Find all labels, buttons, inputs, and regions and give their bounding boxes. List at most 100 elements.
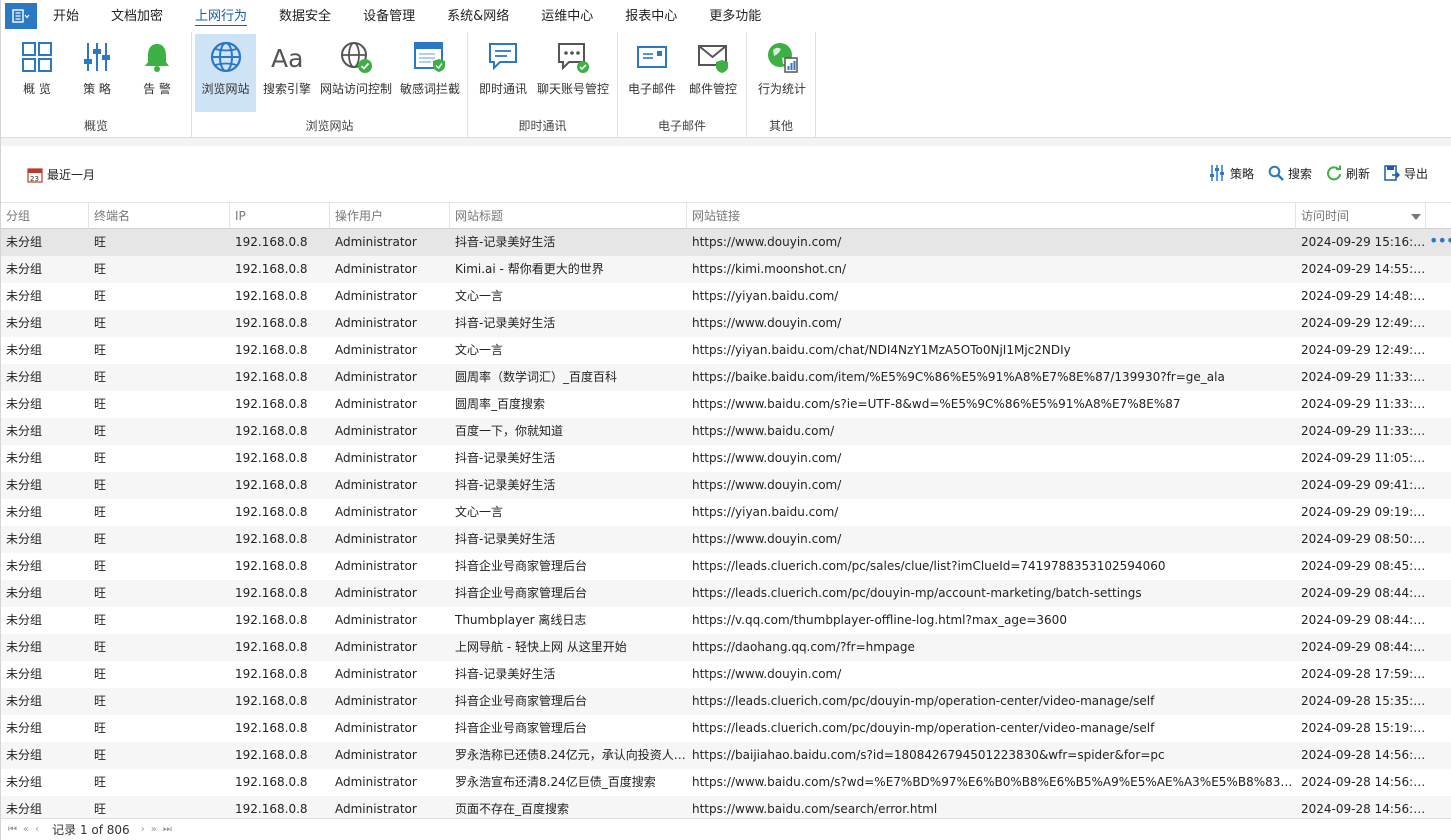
cell-terminal: 旺	[94, 532, 107, 546]
alarm-bell-icon	[145, 44, 169, 72]
ribbon-group-other: 行为统计 其他	[747, 32, 816, 138]
cell-terminal: 旺	[94, 451, 107, 465]
table-row[interactable]: 未分组 旺 192.168.0.8 Administrator 抖音企业号商家管理后台 h…	[1, 688, 1451, 715]
col-header-site-title[interactable]: 网站标题	[450, 203, 687, 229]
menu-label: 系统&网络	[447, 9, 510, 24]
alarm-button[interactable]: 告 警	[131, 34, 183, 112]
table-row[interactable]: 未分组 旺 192.168.0.8 Administrator 文心一言 https://…	[1, 283, 1451, 310]
policy-sliders-icon	[1209, 165, 1224, 181]
cell-visit-time: 2024-09-29 08:50:47	[1301, 532, 1426, 546]
menu-label: 报表中心	[625, 9, 678, 24]
table-header: 分组 终端名 IP 操作用户 网站标题 网站链接 访问时间	[1, 202, 1451, 229]
next-page-button[interactable]: »	[148, 824, 160, 835]
menu-data-security[interactable]: 数据安全	[263, 0, 347, 32]
cell-visit-time: 2024-09-29 08:44:39	[1301, 640, 1426, 654]
behavior-stats-label: 行为统计	[757, 82, 806, 96]
cell-terminal: 旺	[94, 289, 107, 303]
table-row[interactable]: 未分组 旺 192.168.0.8 Administrator 罗永浩宣布还清8.24亿…	[1, 769, 1451, 796]
row-more-icon[interactable]: •••	[1429, 229, 1451, 253]
prev-record-button[interactable]: ‹	[32, 824, 42, 835]
col-header-ip[interactable]: IP	[230, 203, 330, 229]
chat-account-control-button[interactable]: 聊天账号管控	[535, 34, 611, 112]
cell-visit-time: 2024-09-28 17:59:28	[1301, 667, 1426, 681]
menu-ops-center[interactable]: 运维中心	[525, 0, 609, 32]
cell-site-url: https://v.qq.com/thumbplayer-offline-log…	[692, 613, 1067, 627]
cell-group: 未分组	[6, 262, 43, 276]
policy-button[interactable]: 策 略	[71, 34, 123, 112]
table-row[interactable]: 未分组 旺 192.168.0.8 Administrator 上网导航 - 轻快上网 …	[1, 634, 1451, 661]
cell-user: Administrator	[335, 748, 417, 762]
table-row[interactable]: 未分组 旺 192.168.0.8 Administrator 抖音-记录美好生活 htt…	[1, 310, 1451, 337]
cell-user: Administrator	[335, 532, 417, 546]
col-header-group[interactable]: 分组	[1, 203, 89, 229]
export-button[interactable]: 导出	[1384, 164, 1428, 182]
email-control-button[interactable]: 邮件管控	[684, 34, 742, 112]
visit-time-label: 访问时间	[1301, 209, 1350, 223]
menu-more-features[interactable]: 更多功能	[693, 0, 777, 32]
table-row[interactable]: 未分组 旺 192.168.0.8 Administrator 抖音-记录美好生活 htt…	[1, 229, 1451, 256]
im-button[interactable]: 即时通讯	[476, 34, 530, 112]
cell-group: 未分组	[6, 424, 43, 438]
cell-visit-time: 2024-09-28 15:19:15	[1301, 721, 1426, 735]
menu-system-network[interactable]: 系统&网络	[431, 0, 525, 32]
cell-group: 未分组	[6, 532, 43, 546]
font-aa-icon: Aa	[271, 44, 303, 73]
website-access-control-button[interactable]: 网站访问控制	[319, 34, 393, 112]
table-row[interactable]: 未分组 旺 192.168.0.8 Administrator 百度一下，你就知道 htt…	[1, 418, 1451, 445]
cell-terminal: 旺	[94, 775, 107, 789]
table-row[interactable]: 未分组 旺 192.168.0.8 Administrator Thumbplayer …	[1, 607, 1451, 634]
table-row[interactable]: 未分组 旺 192.168.0.8 Administrator 抖音-记录美好生活 htt…	[1, 472, 1451, 499]
policy-toolbar-button[interactable]: 策略	[1208, 164, 1254, 182]
email-button[interactable]: 电子邮件	[624, 34, 680, 112]
prev-page-button[interactable]: «	[20, 824, 32, 835]
cell-visit-time: 2024-09-29 09:19:07	[1301, 505, 1426, 519]
table-row[interactable]: 未分组 旺 192.168.0.8 Administrator 抖音-记录美好生活 htt…	[1, 661, 1451, 688]
table-row[interactable]: 未分组 旺 192.168.0.8 Administrator 罗永浩称已还债8.24亿…	[1, 742, 1451, 769]
table-row[interactable]: 未分组 旺 192.168.0.8 Administrator 文心一言 https://…	[1, 499, 1451, 526]
cell-user: Administrator	[335, 316, 417, 330]
menu-internet-behavior[interactable]: 上网行为	[179, 0, 263, 32]
globe-check-icon	[341, 42, 372, 73]
date-range-button[interactable]: 23 最近一月	[27, 166, 95, 183]
table-row[interactable]: 未分组 旺 192.168.0.8 Administrator 抖音企业号商家管理后台 h…	[1, 580, 1451, 607]
table-row[interactable]: 未分组 旺 192.168.0.8 Administrator 抖音企业号商家管理后台 h…	[1, 715, 1451, 742]
cell-visit-time: 2024-09-29 14:48:17	[1301, 289, 1426, 303]
group-label-im: 即时通讯	[518, 119, 567, 133]
cell-terminal: 旺	[94, 802, 107, 816]
col-header-terminal[interactable]: 终端名	[89, 203, 230, 229]
overview-button[interactable]: 概 览	[11, 34, 63, 112]
app-menu-button[interactable]	[5, 3, 37, 29]
overview-grid-icon	[22, 42, 52, 72]
table-row[interactable]: 未分组 旺 192.168.0.8 Administrator 页面不存在_百度搜索 ht…	[1, 796, 1451, 818]
table-row[interactable]: 未分组 旺 192.168.0.8 Administrator 文心一言 https://…	[1, 337, 1451, 364]
table-row[interactable]: 未分组 旺 192.168.0.8 Administrator 圆周率_百度搜索 http…	[1, 391, 1451, 418]
col-header-site-url[interactable]: 网站链接	[687, 203, 1296, 229]
table-row[interactable]: 未分组 旺 192.168.0.8 Administrator 圆周率（数学词汇）_百度…	[1, 364, 1451, 391]
next-record-button[interactable]: ›	[138, 824, 148, 835]
menu-label: 上网行为	[195, 9, 248, 26]
cell-user: Administrator	[335, 370, 417, 384]
refresh-button[interactable]: 刷新	[1326, 164, 1370, 182]
cell-ip: 192.168.0.8	[235, 343, 308, 357]
first-page-button[interactable]: ⏮	[5, 824, 20, 835]
table-row[interactable]: 未分组 旺 192.168.0.8 Administrator 抖音-记录美好生活 htt…	[1, 526, 1451, 553]
menu-bar: 开始 文档加密 上网行为 数据安全 设备管理 系统&网络 运维中心 报表中心 更…	[1, 0, 1451, 32]
last-page-button[interactable]: ⏭	[160, 824, 175, 835]
col-header-user[interactable]: 操作用户	[330, 203, 450, 229]
search-engine-button[interactable]: Aa 搜索引擎	[260, 34, 314, 112]
cell-visit-time: 2024-09-29 12:49:14	[1301, 316, 1426, 330]
behavior-stats-button[interactable]: 行为统计	[754, 34, 810, 112]
menu-report-center[interactable]: 报表中心	[609, 0, 693, 32]
menu-doc-encryption[interactable]: 文档加密	[95, 0, 179, 32]
browse-website-button[interactable]: 浏览网站	[195, 34, 256, 112]
cell-site-title: 抖音-记录美好生活	[455, 667, 556, 681]
table-row[interactable]: 未分组 旺 192.168.0.8 Administrator Kimi.ai - 帮你…	[1, 256, 1451, 283]
search-button[interactable]: 搜索	[1268, 164, 1312, 182]
cell-site-title: 抖音-记录美好生活	[455, 532, 556, 546]
sensitive-word-block-button[interactable]: 敏感词拦截	[398, 34, 462, 112]
menu-device-management[interactable]: 设备管理	[347, 0, 431, 32]
table-row[interactable]: 未分组 旺 192.168.0.8 Administrator 抖音-记录美好生活 htt…	[1, 445, 1451, 472]
table-row[interactable]: 未分组 旺 192.168.0.8 Administrator 抖音企业号商家管理后台 h…	[1, 553, 1451, 580]
menu-start[interactable]: 开始	[37, 0, 95, 32]
col-header-visit-time[interactable]: 访问时间	[1296, 203, 1426, 229]
